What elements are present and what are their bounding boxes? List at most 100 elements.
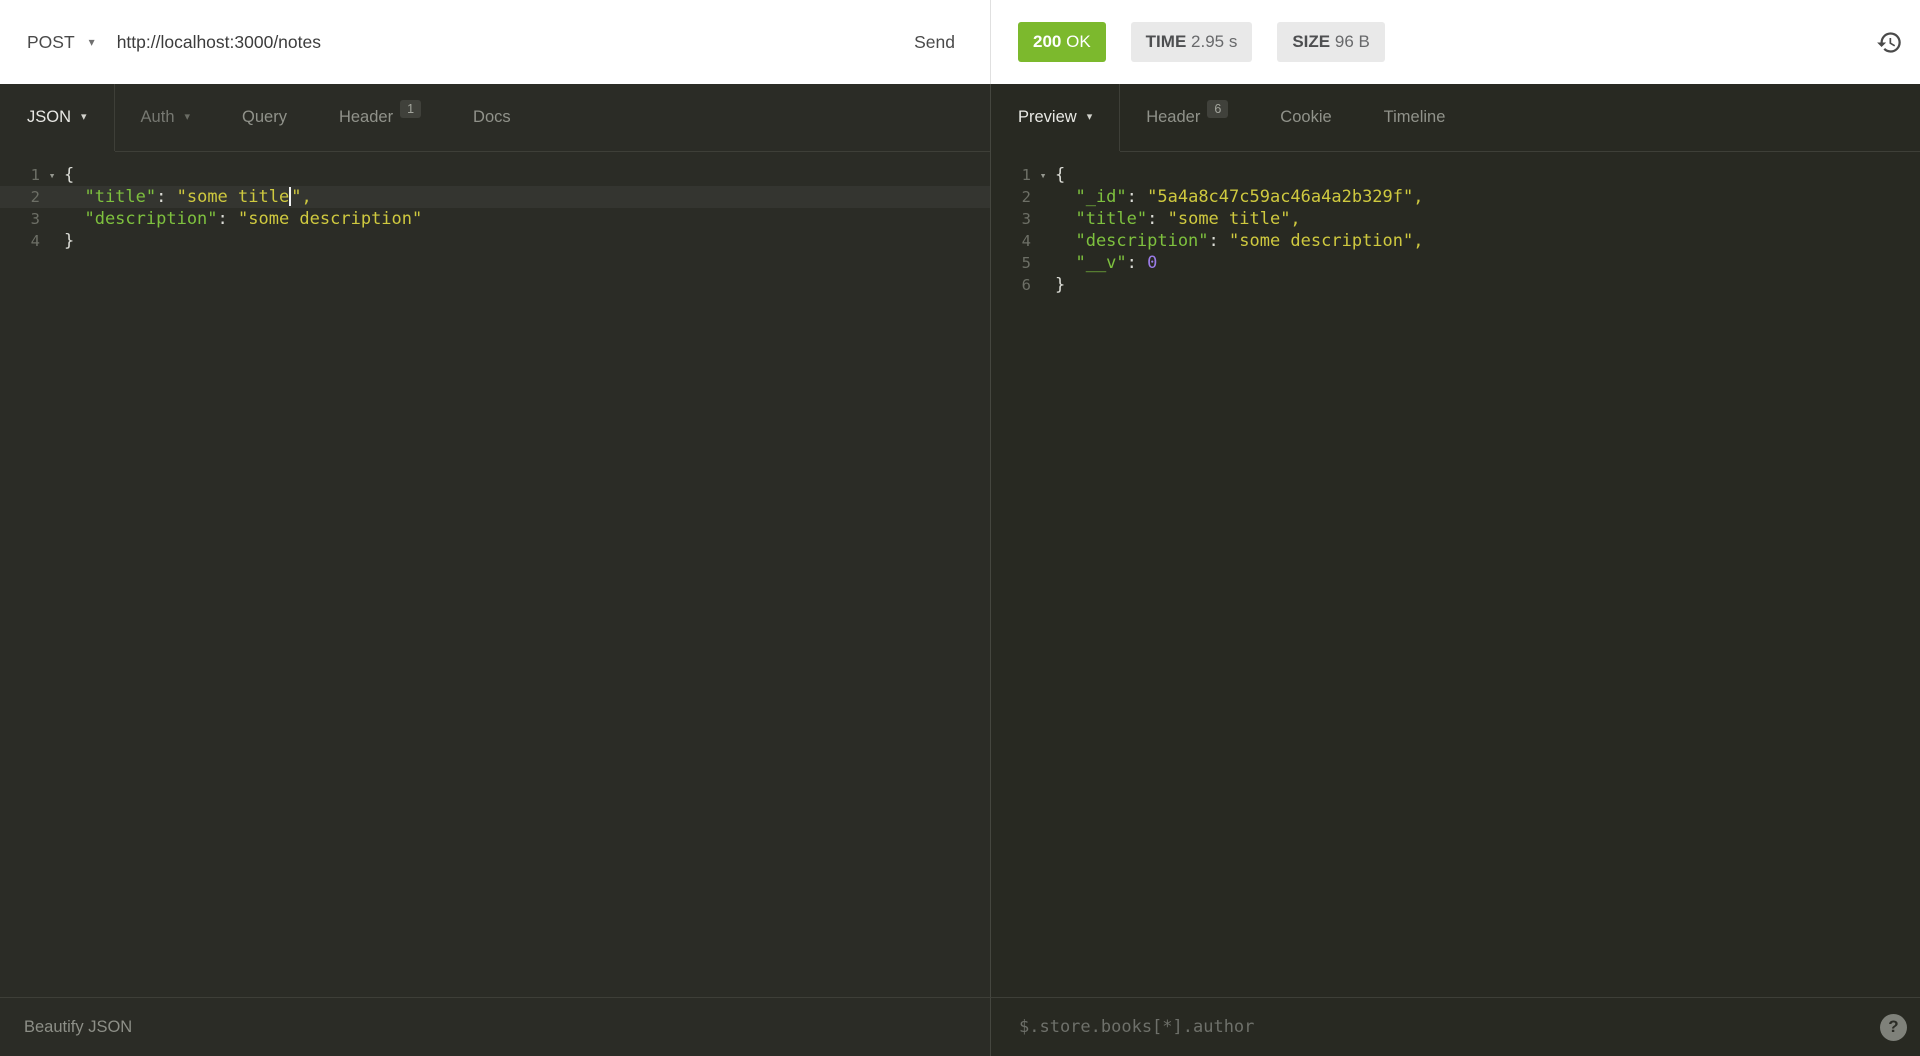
code-token: "some title", [1168, 209, 1301, 229]
tab-preview[interactable]: Preview ▾ [991, 84, 1120, 151]
tab-label: Cookie [1280, 108, 1331, 127]
tab-json[interactable]: JSON▾ [0, 84, 115, 151]
code-token: : [1209, 231, 1229, 251]
code-line: 4 "description": "some description", [991, 230, 1920, 252]
response-filter-input[interactable] [991, 1017, 1880, 1037]
code-token: : [156, 187, 176, 207]
tab-label: Auth [141, 108, 175, 127]
caret-down-icon: ▾ [81, 112, 87, 123]
code-line: 2 "_id": "5a4a8c47c59ac46a4a2b329f", [991, 186, 1920, 208]
question-mark-icon: ? [1888, 1017, 1898, 1037]
method-dropdown[interactable]: POST ▾ [0, 32, 95, 53]
code-token: "_id" [1055, 187, 1127, 207]
request-body-editor[interactable]: 1▾{2 "title": "some title",3 "descriptio… [0, 152, 990, 997]
url-bar: POST ▾ Send [0, 0, 990, 84]
request-footer: Beautify JSON [0, 997, 990, 1056]
response-panel: Preview▾Header6CookieTimeline 1▾{2 "_id"… [990, 84, 1920, 997]
tab-label: Preview [1018, 108, 1077, 127]
code-text: "description": "some description" [64, 209, 422, 229]
code-token: { [64, 165, 74, 185]
request-panel: JSON▾Auth▾QueryHeader1Docs 1▾{2 "title":… [0, 84, 990, 997]
status-code: 200 [1033, 32, 1061, 52]
send-button[interactable]: Send [914, 32, 955, 53]
text-cursor [289, 187, 291, 206]
line-number: 4 [991, 232, 1031, 250]
code-line: 6} [991, 274, 1920, 296]
code-token: ", [291, 187, 311, 207]
line-number: 3 [0, 210, 40, 228]
beautify-json-button[interactable]: Beautify JSON [0, 1018, 132, 1037]
tab-query[interactable]: Query [216, 84, 313, 151]
code-token: { [1055, 165, 1065, 185]
main-area: JSON▾Auth▾QueryHeader1Docs 1▾{2 "title":… [0, 84, 1920, 997]
code-token: "some description" [238, 209, 422, 229]
tab-auth[interactable]: Auth ▾ [115, 84, 216, 151]
filter-help-button[interactable]: ? [1880, 1014, 1907, 1041]
code-token: "some description", [1229, 231, 1423, 251]
app-window: POST ▾ Send 200 OK TIME 2.95 s SIZE 96 B… [0, 0, 1920, 1056]
caret-down-icon: ▾ [185, 112, 191, 123]
caret-down-icon: ▾ [1087, 112, 1093, 123]
response-tab-bar: Preview ▾ Header 6 Cookie Timeline [991, 84, 1920, 152]
top-bar: POST ▾ Send 200 OK TIME 2.95 s SIZE 96 B [0, 0, 1920, 84]
line-number: 3 [991, 210, 1031, 228]
code-token: "title" [1055, 209, 1147, 229]
code-text: "__v": 0 [1055, 253, 1157, 273]
code-token: "some title [177, 187, 290, 207]
line-number: 2 [991, 188, 1031, 206]
code-line: 3 "title": "some title", [991, 208, 1920, 230]
size-label: SIZE [1292, 32, 1330, 52]
tab-cookie[interactable]: Cookie [1254, 84, 1357, 151]
tab-header[interactable]: Header 6 [1120, 84, 1254, 151]
response-badges: 200 OK TIME 2.95 s SIZE 96 B [991, 22, 1385, 62]
code-line[interactable]: 4} [0, 230, 990, 252]
code-text: { [1055, 165, 1065, 185]
line-number: 1 [0, 166, 40, 184]
code-token: } [1055, 275, 1065, 295]
code-token: : [218, 209, 238, 229]
code-token: : [1147, 209, 1167, 229]
code-text: "title": "some title", [1055, 209, 1301, 229]
caret-down-icon: ▾ [89, 36, 95, 48]
tab-label: Query [242, 108, 287, 127]
line-number: 5 [991, 254, 1031, 272]
response-preview-viewer: 1▾{2 "_id": "5a4a8c47c59ac46a4a2b329f",3… [991, 152, 1920, 997]
tab-label: Header [1146, 108, 1200, 127]
code-line[interactable]: 1▾{ [0, 164, 990, 186]
code-text: } [64, 231, 74, 251]
tab-docs[interactable]: Docs [447, 84, 537, 151]
line-number: 4 [0, 232, 40, 250]
code-text: } [1055, 275, 1065, 295]
line-number: 2 [0, 188, 40, 206]
code-token: "description" [1055, 231, 1209, 251]
tab-timeline[interactable]: Timeline [1358, 84, 1472, 151]
code-text: { [64, 165, 74, 185]
size-value: 96 B [1335, 32, 1370, 52]
code-text: "_id": "5a4a8c47c59ac46a4a2b329f", [1055, 187, 1423, 207]
status-reason: OK [1066, 32, 1091, 52]
tab-header[interactable]: Header1 [313, 84, 447, 151]
response-history-button[interactable] [1874, 27, 1904, 57]
response-meta-bar: 200 OK TIME 2.95 s SIZE 96 B [990, 0, 1920, 84]
code-line[interactable]: 3 "description": "some description" [0, 208, 990, 230]
line-number: 6 [991, 276, 1031, 294]
code-token: "5a4a8c47c59ac46a4a2b329f", [1147, 187, 1423, 207]
size-badge: SIZE 96 B [1277, 22, 1385, 62]
method-label: POST [27, 32, 75, 53]
code-token: 0 [1147, 253, 1157, 273]
code-text: "title": "some title", [64, 187, 312, 207]
time-badge: TIME 2.95 s [1131, 22, 1253, 62]
code-line: 1▾{ [991, 164, 1920, 186]
code-token: "title" [64, 187, 156, 207]
fold-toggle-icon[interactable]: ▾ [40, 169, 64, 182]
code-token: : [1127, 253, 1147, 273]
time-label: TIME [1146, 32, 1187, 52]
tab-count-badge: 6 [1207, 100, 1228, 118]
time-value: 2.95 s [1191, 32, 1237, 52]
code-token: "__v" [1055, 253, 1127, 273]
code-line[interactable]: 2 "title": "some title", [0, 186, 990, 208]
url-input[interactable] [117, 32, 914, 53]
bottom-bar: Beautify JSON ? [0, 997, 1920, 1056]
fold-toggle-icon[interactable]: ▾ [1031, 169, 1055, 182]
status-badge: 200 OK [1018, 22, 1106, 62]
